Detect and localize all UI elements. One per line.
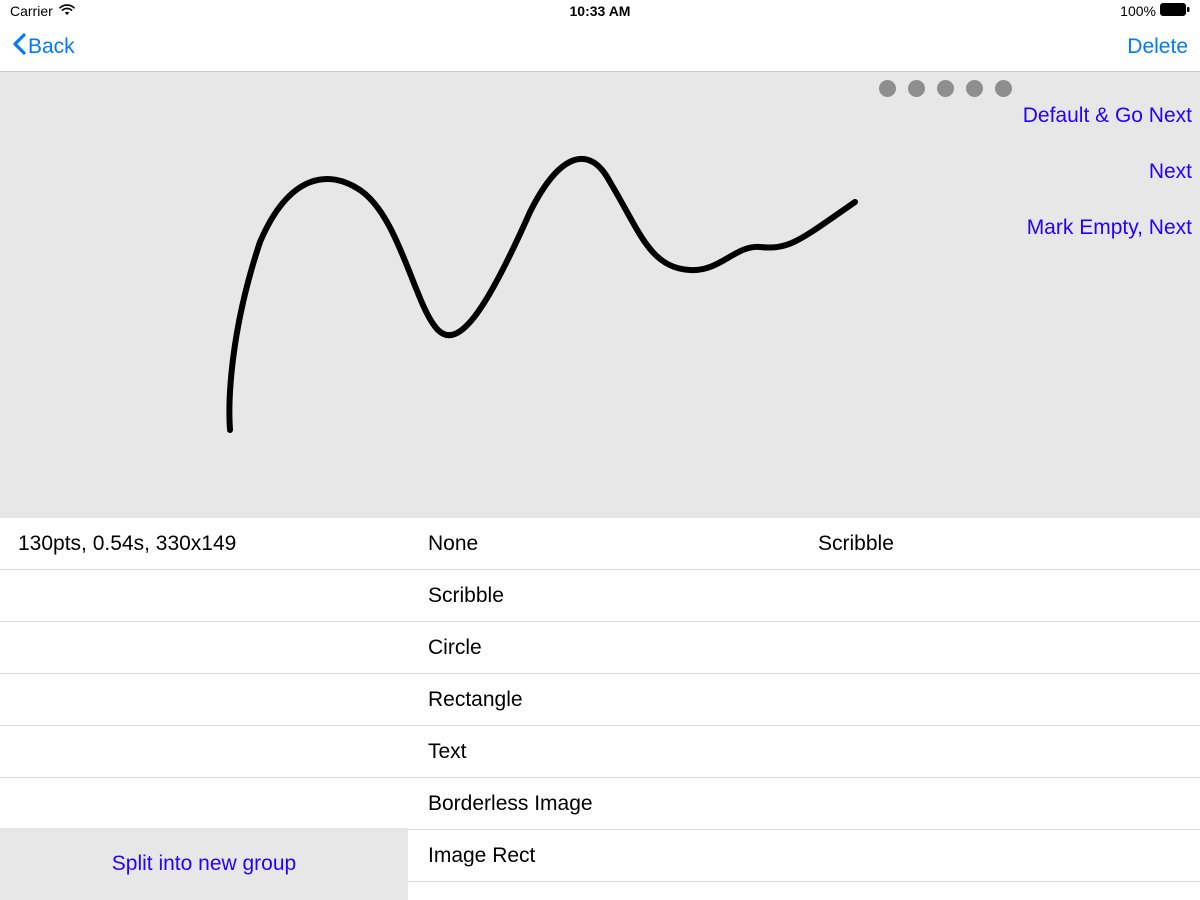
selection-row-empty[interactable] <box>804 726 1200 778</box>
type-option-circle[interactable]: Circle <box>408 622 804 674</box>
type-option-image-rect[interactable]: Image Rect <box>408 830 804 882</box>
info-row-empty <box>0 570 408 622</box>
battery-percent: 100% <box>1120 3 1156 19</box>
type-option-text[interactable]: Text <box>408 726 804 778</box>
type-option-none[interactable]: None <box>408 518 804 570</box>
selection-row-empty[interactable] <box>804 570 1200 622</box>
progress-dot <box>908 80 925 97</box>
selection-row-empty[interactable] <box>804 830 1200 882</box>
type-option-rectangle[interactable]: Rectangle <box>408 674 804 726</box>
selection-row-empty[interactable] <box>804 778 1200 830</box>
selection-row-empty[interactable] <box>804 622 1200 674</box>
selection-row-empty[interactable] <box>804 674 1200 726</box>
selected-type[interactable]: Scribble <box>804 518 1200 570</box>
info-row-empty <box>0 726 408 778</box>
stroke-stats: 130pts, 0.54s, 330x149 <box>0 518 408 570</box>
delete-button[interactable]: Delete <box>1127 35 1188 59</box>
back-label: Back <box>28 35 75 59</box>
chevron-left-icon <box>12 33 26 61</box>
ink-stroke <box>0 72 1200 518</box>
lower-panel: 130pts, 0.54s, 330x149 Split into new gr… <box>0 518 1200 900</box>
nav-bar: Back Delete <box>0 22 1200 72</box>
progress-dots <box>879 80 1012 97</box>
canvas-actions: Default & Go Next Next Mark Empty, Next <box>1023 104 1192 240</box>
carrier-label: Carrier <box>10 3 53 19</box>
wifi-icon <box>59 3 75 19</box>
split-into-new-group-button[interactable]: Split into new group <box>0 828 408 900</box>
status-time: 10:33 AM <box>403 3 796 19</box>
status-left: Carrier <box>10 3 403 19</box>
status-right: 100% <box>797 3 1190 19</box>
selection-column: Scribble <box>804 518 1200 900</box>
info-row-empty <box>0 622 408 674</box>
canvas-area[interactable]: Default & Go Next Next Mark Empty, Next <box>0 72 1200 518</box>
next-button[interactable]: Next <box>1149 160 1192 184</box>
battery-icon <box>1160 3 1190 19</box>
info-column: 130pts, 0.54s, 330x149 Split into new gr… <box>0 518 408 900</box>
progress-dot <box>995 80 1012 97</box>
type-option-scribble[interactable]: Scribble <box>408 570 804 622</box>
progress-dot <box>879 80 896 97</box>
mark-empty-next-button[interactable]: Mark Empty, Next <box>1027 216 1192 240</box>
default-go-next-button[interactable]: Default & Go Next <box>1023 104 1192 128</box>
info-row-empty <box>0 674 408 726</box>
back-button[interactable]: Back <box>12 33 75 61</box>
progress-dot <box>937 80 954 97</box>
progress-dot <box>966 80 983 97</box>
status-bar: Carrier 10:33 AM 100% <box>0 0 1200 22</box>
type-option-borderless-image[interactable]: Borderless Image <box>408 778 804 830</box>
type-options-column: None Scribble Circle Rectangle Text Bord… <box>408 518 804 900</box>
